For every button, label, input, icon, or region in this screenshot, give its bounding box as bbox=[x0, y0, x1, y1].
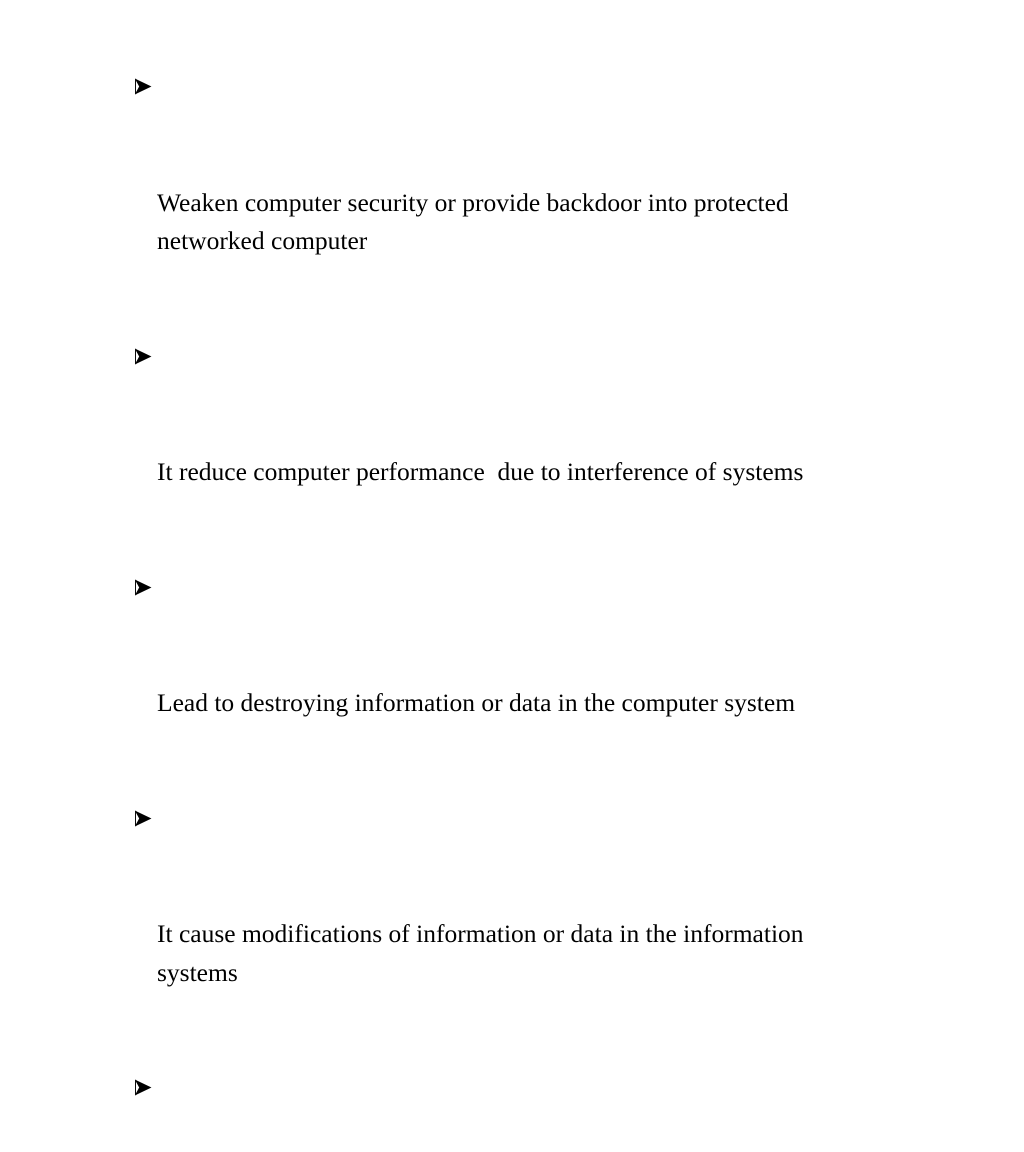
list-item: Lead to destroying information or data i… bbox=[134, 569, 834, 800]
list-item: It reduce computer performance due to in… bbox=[134, 338, 834, 569]
list-item-text: Weaken computer security or provide back… bbox=[157, 187, 796, 256]
list-item-text: Lead to destroying information or data i… bbox=[157, 688, 796, 717]
bullet-list: Weaken computer security or provide back… bbox=[134, 68, 834, 1152]
arrowhead-bullet-icon bbox=[134, 77, 153, 96]
list-item-text: It cause modifications of information or… bbox=[157, 919, 810, 987]
list-item-text: It reduce computer performance due to in… bbox=[157, 457, 804, 486]
arrowhead-bullet-icon bbox=[134, 347, 153, 366]
slide-canvas: Weaken computer security or provide back… bbox=[0, 0, 1024, 1096]
arrowhead-bullet-icon bbox=[134, 578, 153, 597]
list-item: It cause modifications of information or… bbox=[134, 800, 834, 1070]
list-item: Weaken computer security or provide back… bbox=[134, 68, 834, 338]
arrowhead-bullet-icon bbox=[134, 1078, 153, 1097]
arrowhead-bullet-icon bbox=[134, 809, 153, 828]
list-item: Lead to unavailability of essentials inf… bbox=[134, 1069, 834, 1152]
